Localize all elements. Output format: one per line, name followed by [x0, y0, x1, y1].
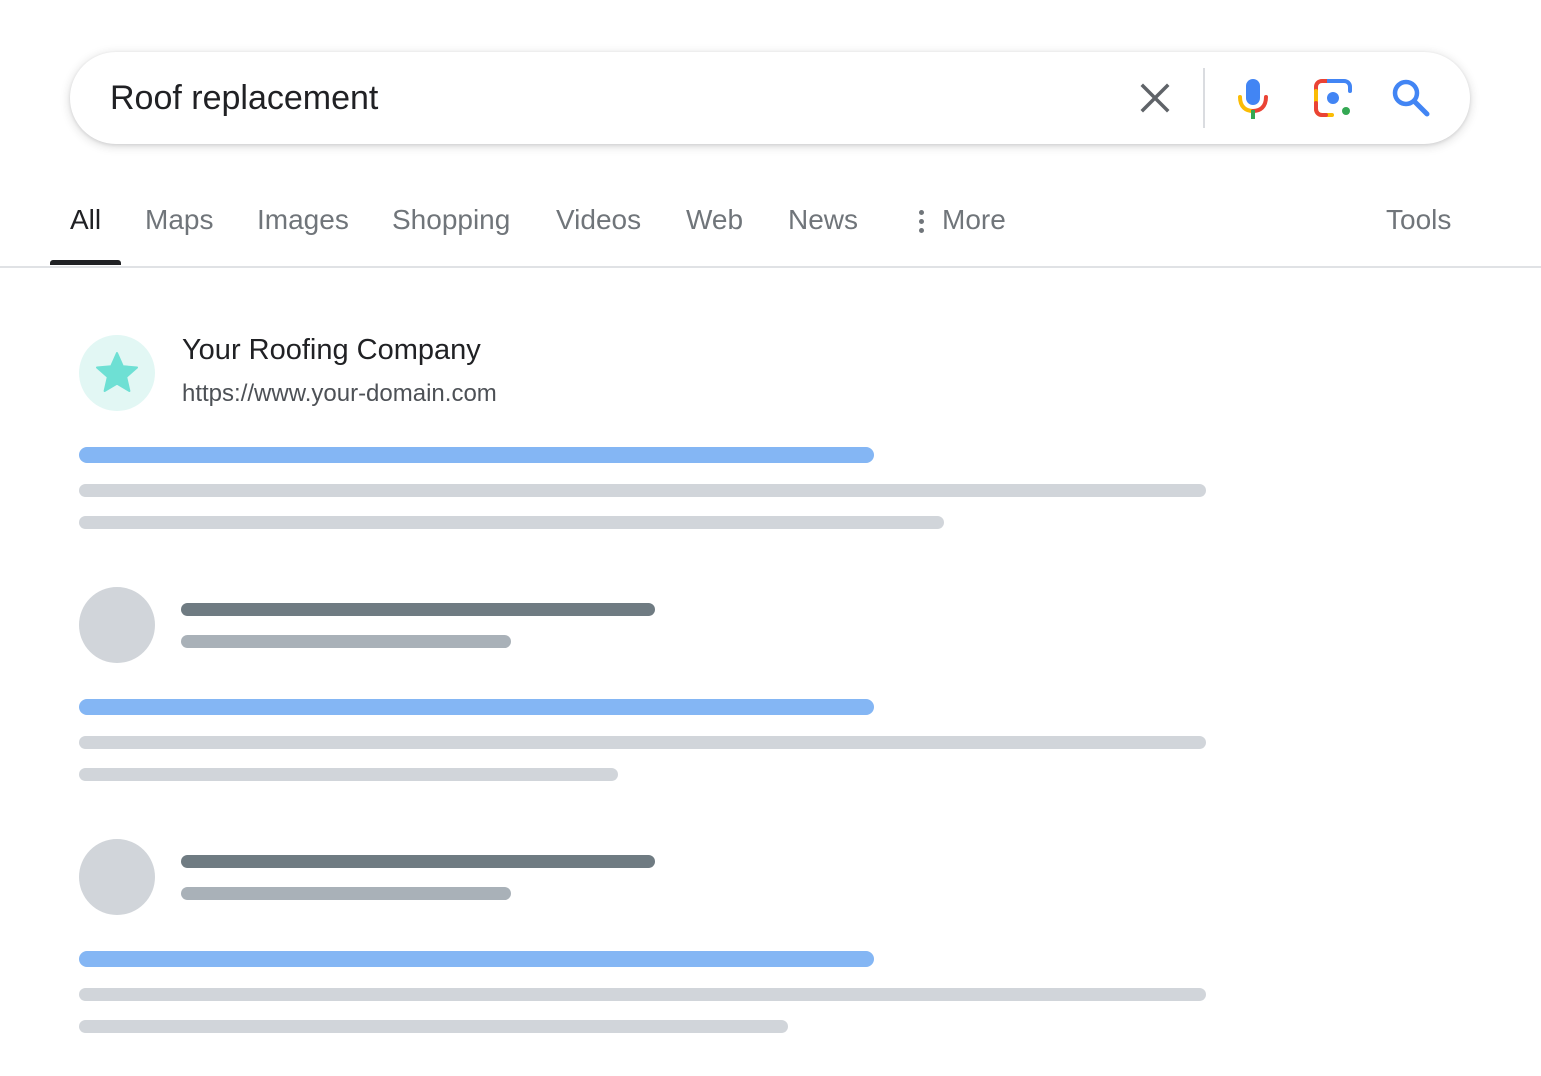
more-vertical-icon[interactable]: [918, 210, 926, 236]
site-favicon[interactable]: [79, 335, 155, 411]
tab-images[interactable]: Images: [257, 204, 349, 236]
result-title-placeholder[interactable]: [79, 699, 874, 715]
result-snippet-line: [79, 988, 1206, 1001]
tab-shopping[interactable]: Shopping: [392, 204, 510, 236]
tab-maps[interactable]: Maps: [145, 204, 213, 236]
tab-more[interactable]: More: [942, 204, 1006, 236]
tab-videos[interactable]: Videos: [556, 204, 641, 236]
result-url[interactable]: https://www.your-domain.com: [182, 380, 497, 408]
search-submit-button[interactable]: [1388, 75, 1434, 121]
search-bar-divider: [1203, 68, 1205, 128]
search-tabs: All Maps Images Shopping Videos Web News…: [0, 180, 1541, 266]
tools-button[interactable]: Tools: [1386, 204, 1451, 236]
placeholder-site-name: [181, 603, 655, 616]
search-input[interactable]: [110, 52, 1110, 144]
active-tab-indicator: [50, 260, 121, 265]
result-snippet-line: [79, 1020, 788, 1033]
placeholder-favicon: [79, 839, 155, 915]
tabs-divider: [0, 266, 1541, 268]
camera-lens-icon: [1314, 79, 1352, 117]
voice-search-button[interactable]: [1230, 75, 1276, 121]
result-snippet-line: [79, 768, 618, 781]
close-icon: [1140, 83, 1170, 113]
result-title-placeholder[interactable]: [79, 447, 874, 463]
search-icon: [1392, 79, 1430, 117]
result-site-name[interactable]: Your Roofing Company: [182, 334, 481, 367]
tab-web[interactable]: Web: [686, 204, 743, 236]
clear-search-button[interactable]: [1132, 75, 1178, 121]
placeholder-site-name: [181, 855, 655, 868]
result-snippet-line: [79, 516, 944, 529]
microphone-icon: [1238, 79, 1268, 119]
tab-all[interactable]: All: [70, 204, 101, 236]
placeholder-url: [181, 887, 511, 900]
placeholder-url: [181, 635, 511, 648]
search-bar: [70, 52, 1470, 144]
tab-news[interactable]: News: [788, 204, 858, 236]
image-search-button[interactable]: [1310, 75, 1356, 121]
star-icon: [96, 352, 138, 392]
result-title-placeholder[interactable]: [79, 951, 874, 967]
placeholder-favicon: [79, 587, 155, 663]
result-snippet-line: [79, 484, 1206, 497]
result-snippet-line: [79, 736, 1206, 749]
